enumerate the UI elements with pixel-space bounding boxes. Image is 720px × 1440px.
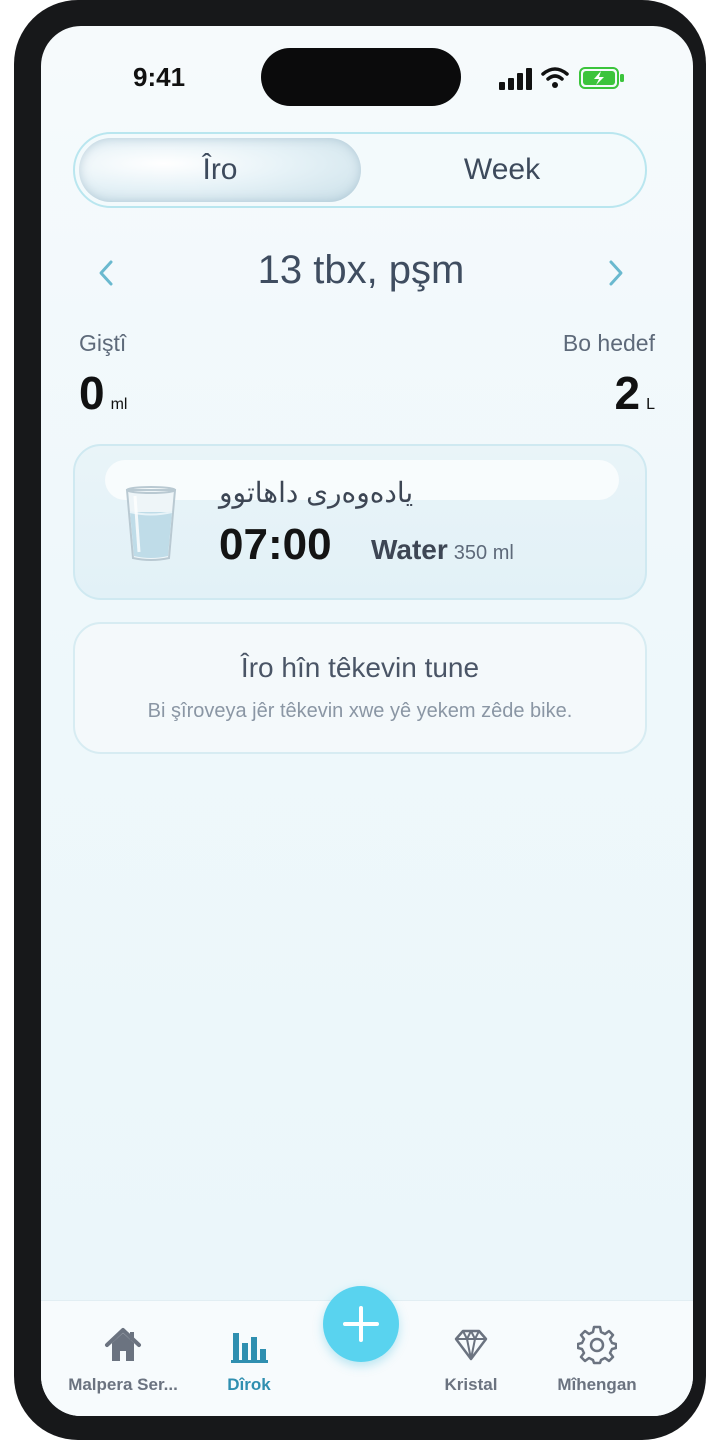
empty-state-subtitle: Bi şîroveya jêr têkevin xwe yê yekem zêd…	[147, 700, 573, 722]
goal-number: 2	[614, 367, 641, 419]
total-unit: ml	[110, 396, 128, 413]
total-label: Giştî	[79, 330, 127, 356]
next-reminder-card[interactable]: یادەوەری داهاتوو 07:00 Water 350 ml	[73, 444, 647, 600]
goal-label: Bo hedef	[562, 330, 655, 356]
phone-frame: 9:41 Îro Week 13 tbx, pşm Giştî 0 ml Bo …	[14, 0, 706, 1440]
reminder-drink: Water 350 ml	[371, 534, 514, 566]
app-screen: 9:41 Îro Week 13 tbx, pşm Giştî 0 ml Bo …	[41, 26, 693, 1416]
tab-settings[interactable]: Mîhengan	[537, 1325, 657, 1395]
reminder-time: 07:00	[219, 520, 332, 569]
previous-day-button[interactable]	[95, 258, 117, 288]
goal-unit: L	[646, 396, 655, 413]
wifi-icon	[541, 67, 569, 88]
tab-week[interactable]: Week	[361, 134, 643, 206]
date-title: 13 tbx, pşm	[257, 248, 465, 292]
add-drink-button[interactable]	[323, 1286, 399, 1362]
reminder-title: یادەوەری داهاتوو	[219, 477, 414, 508]
tab-history[interactable]: Dîrok	[189, 1325, 309, 1395]
reminder-drink-name: Water	[371, 534, 448, 565]
gear-icon	[577, 1325, 617, 1365]
status-time: 9:41	[133, 62, 186, 92]
tab-crystal-label: Kristal	[444, 1375, 498, 1394]
next-day-button[interactable]	[605, 258, 627, 288]
tab-home[interactable]: Malpera Ser...	[63, 1325, 183, 1395]
period-segmented-control: Îro Week	[73, 132, 647, 208]
water-glass-icon	[125, 486, 177, 561]
tab-history-label: Dîrok	[227, 1375, 271, 1394]
empty-state-card: Îro hîn têkevin tune Bi şîroveya jêr têk…	[73, 622, 647, 754]
plus-icon	[343, 1306, 379, 1342]
tab-home-label: Malpera Ser...	[68, 1375, 178, 1394]
signal-icon	[499, 68, 532, 90]
dynamic-island	[261, 48, 461, 106]
battery-icon	[579, 67, 624, 89]
total-number: 0	[79, 367, 105, 419]
diamond-icon	[454, 1329, 488, 1361]
home-icon	[105, 1328, 141, 1361]
tab-settings-label: Mîhengan	[557, 1375, 637, 1394]
goal-value: 2L	[615, 366, 656, 420]
reminder-amount: 350 ml	[453, 542, 514, 564]
tab-today[interactable]: Îro	[79, 134, 361, 206]
total-value: 0 ml	[79, 366, 127, 420]
empty-state-title: Îro hîn têkevin tune	[240, 652, 480, 683]
bar-chart-icon	[231, 1333, 268, 1363]
tab-crystal[interactable]: Kristal	[411, 1325, 531, 1395]
